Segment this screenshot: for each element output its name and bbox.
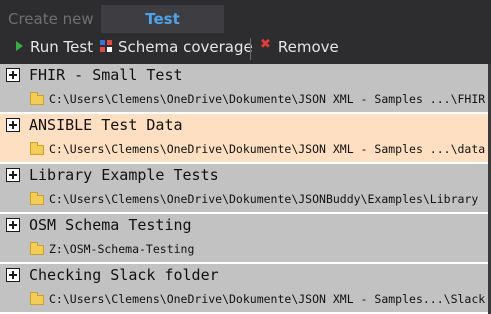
folder-icon — [30, 242, 44, 255]
collection-title: OSM Schema Testing — [29, 216, 192, 234]
collection-item[interactable]: Checking Slack folder C:\Users\Clemens\O… — [0, 264, 491, 314]
tab-create-new[interactable]: Create new — [3, 5, 99, 33]
collection-title: FHIR - Small Test — [29, 66, 183, 84]
test-collection-list: FHIR - Small Test C:\Users\Clemens\OneDr… — [0, 64, 491, 314]
folder-icon — [30, 92, 44, 105]
remove-x-icon: ✖ — [260, 37, 271, 52]
run-test-button[interactable]: Run Test — [16, 34, 93, 64]
schema-coverage-label: Schema coverage — [118, 38, 253, 56]
schema-coverage-button[interactable]: Schema coverage — [100, 34, 253, 64]
schema-coverage-icon — [100, 39, 112, 52]
collection-item[interactable]: OSM Schema Testing Z:\OSM-Schema-Testing — [0, 214, 491, 264]
collection-item[interactable]: FHIR - Small Test C:\Users\Clemens\OneDr… — [0, 64, 491, 114]
collection-path: C:\Users\Clemens\OneDrive\Dokumente\JSON… — [49, 92, 486, 106]
collection-path: C:\Users\Clemens\OneDrive\Dokumente\JSON… — [49, 292, 486, 306]
collection-path: C:\Users\Clemens\OneDrive\Dokumente\JSON… — [49, 142, 486, 156]
folder-icon — [30, 292, 44, 305]
expand-icon[interactable] — [6, 118, 20, 132]
collection-item[interactable]: Library Example Tests C:\Users\Clemens\O… — [0, 164, 491, 214]
collection-title: Library Example Tests — [29, 166, 219, 184]
tab-bar: Create new Test collections — [0, 0, 491, 56]
run-test-label: Run Test — [30, 38, 94, 56]
folder-icon — [30, 192, 44, 205]
toolbar-separator — [250, 38, 251, 60]
collection-path: C:\Users\Clemens\OneDrive\Dokumente\JSON… — [49, 192, 479, 206]
play-icon — [16, 40, 23, 51]
expand-icon[interactable] — [6, 168, 20, 182]
remove-button[interactable]: ✖ Remove — [260, 34, 339, 64]
remove-label: Remove — [277, 38, 339, 56]
collection-title: ANSIBLE Test Data — [29, 116, 183, 134]
folder-icon — [30, 142, 44, 155]
toolbar: Run Test Schema coverage ✖ Remove — [0, 34, 491, 64]
collection-item[interactable]: ANSIBLE Test Data C:\Users\Clemens\OneDr… — [0, 114, 491, 164]
expand-icon[interactable] — [6, 218, 20, 232]
expand-icon[interactable] — [6, 268, 20, 282]
collection-path: Z:\OSM-Schema-Testing — [49, 242, 195, 256]
tab-test-collections[interactable]: Test collections — [101, 5, 224, 56]
collection-title: Checking Slack folder — [29, 266, 219, 284]
expand-icon[interactable] — [6, 68, 20, 82]
